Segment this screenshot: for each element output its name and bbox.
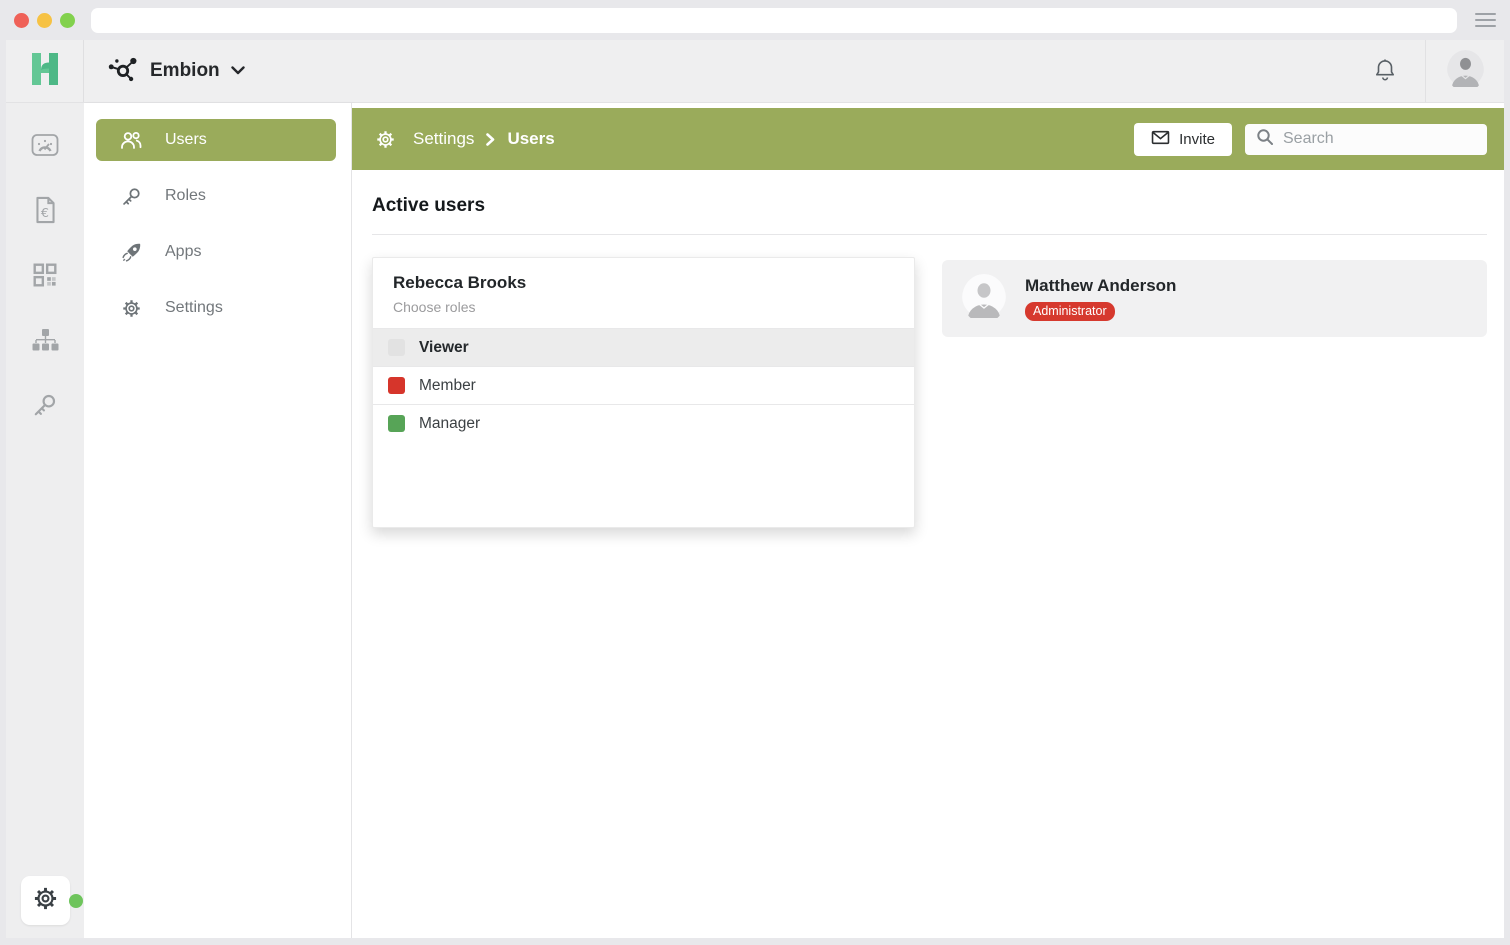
close-button[interactable] xyxy=(14,13,29,28)
h-logo-icon xyxy=(24,48,66,95)
heading-divider xyxy=(372,234,1487,235)
notifications-button[interactable] xyxy=(1345,40,1425,102)
role-color-swatch xyxy=(388,339,405,356)
page-title: Active users xyxy=(372,195,1487,217)
bell-icon xyxy=(1372,56,1398,87)
invite-button[interactable]: Invite xyxy=(1134,123,1232,156)
role-option-manager[interactable]: Manager xyxy=(373,404,914,442)
status-dot xyxy=(69,894,83,908)
org-switcher[interactable]: Embion xyxy=(84,40,245,102)
role-option-label: Member xyxy=(419,377,476,395)
user-cards-row: Rebecca Brooks Choose roles Viewer Membe… xyxy=(372,257,1487,528)
role-option-member[interactable]: Member xyxy=(373,366,914,404)
role-picker-header: Rebecca Brooks Choose roles xyxy=(373,258,914,328)
user-avatar xyxy=(1447,50,1484,92)
sidebar-item-apps[interactable]: Apps xyxy=(96,231,336,273)
role-picker-card: Rebecca Brooks Choose roles Viewer Membe… xyxy=(372,257,915,528)
app-logo[interactable] xyxy=(6,40,84,102)
breadcrumb-settings[interactable]: Settings xyxy=(413,129,474,149)
account-menu[interactable] xyxy=(1426,40,1504,102)
sidebar-item-users[interactable]: Users xyxy=(96,119,336,161)
apps-grid-icon[interactable] xyxy=(31,261,59,289)
app-body: € xyxy=(6,103,1504,938)
user-info: Matthew Anderson Administrator xyxy=(1025,276,1176,321)
key-icon[interactable] xyxy=(31,391,59,419)
role-picker-prompt: Choose roles xyxy=(393,299,894,315)
app-window: Embion xyxy=(6,40,1504,938)
sitemap-icon[interactable] xyxy=(31,326,59,354)
chevron-right-icon xyxy=(486,133,495,146)
svg-text:€: € xyxy=(40,205,48,220)
window-controls xyxy=(14,13,75,28)
users-icon xyxy=(120,129,142,151)
envelope-icon xyxy=(1151,130,1170,149)
sidebar-item-label: Users xyxy=(165,131,207,149)
role-badge: Administrator xyxy=(1025,302,1115,321)
role-color-swatch xyxy=(388,415,405,432)
main-panel: Settings Users Invite xyxy=(352,103,1504,938)
role-option-label: Viewer xyxy=(419,339,469,357)
minimize-button[interactable] xyxy=(37,13,52,28)
sidebar-item-roles[interactable]: Roles xyxy=(96,175,336,217)
role-picker-footer xyxy=(373,442,914,527)
gear-icon xyxy=(375,129,396,150)
sidebar-item-label: Apps xyxy=(165,243,201,261)
key-icon xyxy=(120,185,142,207)
search-input[interactable] xyxy=(1283,130,1490,148)
gear-icon xyxy=(120,297,142,319)
browser-chrome xyxy=(0,0,1510,40)
invoice-document-icon[interactable]: € xyxy=(31,196,59,224)
search-box xyxy=(1245,124,1487,155)
main-content: Active users Rebecca Brooks Choose roles… xyxy=(352,170,1504,528)
maximize-button[interactable] xyxy=(60,13,75,28)
gear-icon xyxy=(32,885,59,917)
sidebar-item-settings[interactable]: Settings xyxy=(96,287,336,329)
icon-rail: € xyxy=(6,103,84,938)
brand-name: Embion xyxy=(150,60,220,82)
header-actions xyxy=(1345,40,1504,102)
magnifier-icon xyxy=(1256,128,1274,151)
breadcrumb-bar: Settings Users Invite xyxy=(352,108,1504,170)
browser-address-bar[interactable] xyxy=(91,8,1457,33)
molecule-icon xyxy=(107,54,139,89)
sidebar-item-label: Settings xyxy=(165,299,223,317)
system-settings-button[interactable] xyxy=(21,876,70,925)
role-picker-user-name: Rebecca Brooks xyxy=(393,273,894,293)
role-color-swatch xyxy=(388,377,405,394)
role-option-label: Manager xyxy=(419,415,480,433)
hamburger-icon[interactable] xyxy=(1475,13,1496,27)
chevron-down-icon xyxy=(231,62,245,80)
user-avatar xyxy=(962,274,1006,323)
active-user-card[interactable]: Matthew Anderson Administrator xyxy=(942,260,1487,337)
dashboard-gauge-icon[interactable] xyxy=(31,131,59,159)
settings-sidebar: Users Roles xyxy=(84,103,352,938)
rocket-icon xyxy=(120,241,142,263)
user-name: Matthew Anderson xyxy=(1025,276,1176,296)
invite-label: Invite xyxy=(1179,131,1215,148)
role-option-viewer[interactable]: Viewer xyxy=(373,328,914,366)
app-header: Embion xyxy=(6,40,1504,103)
sidebar-item-label: Roles xyxy=(165,187,206,205)
breadcrumb-users: Users xyxy=(507,129,554,149)
